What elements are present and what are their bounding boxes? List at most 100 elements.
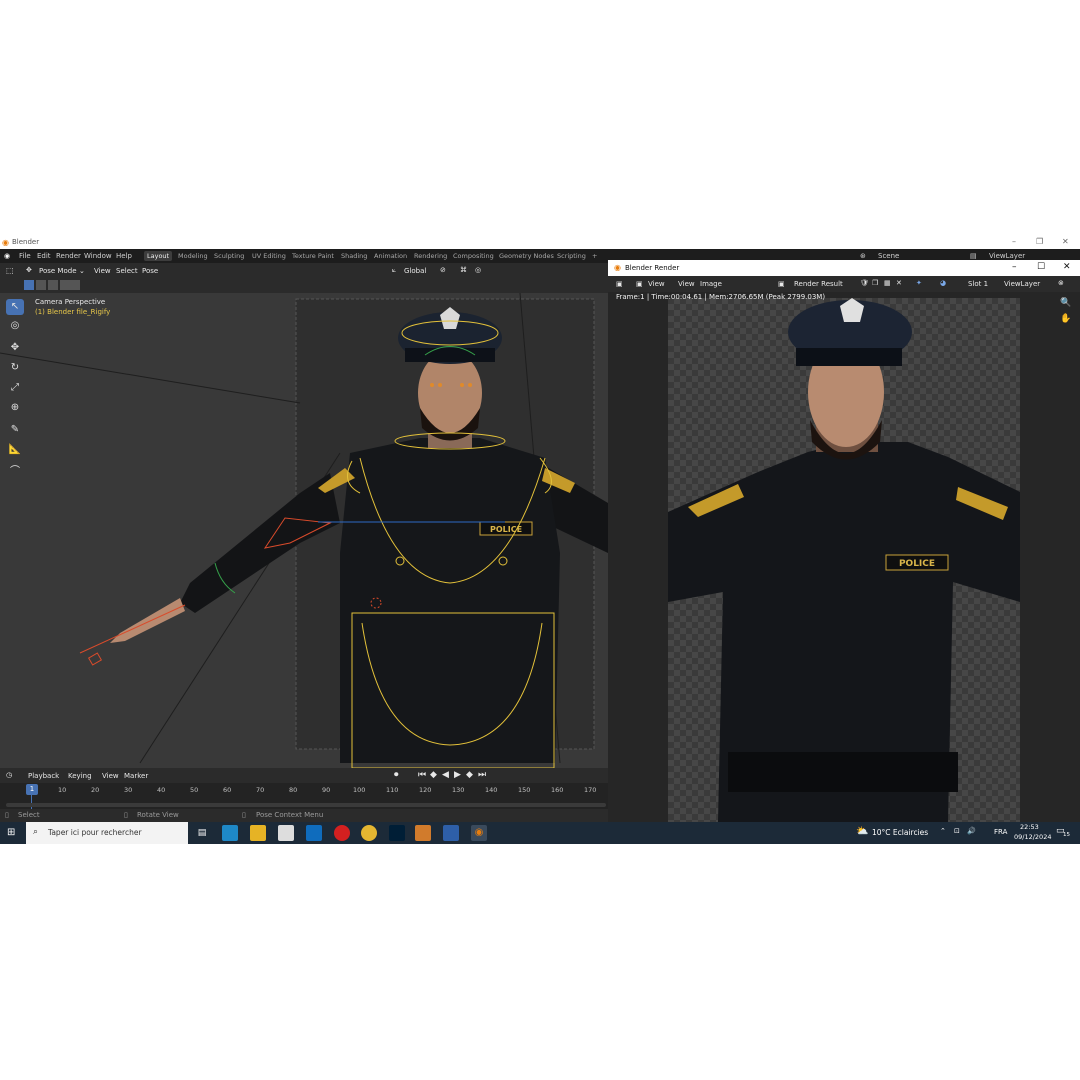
menu-render[interactable]: Render [56, 252, 81, 260]
menu-keying[interactable]: Keying [68, 772, 92, 780]
play-reverse-button[interactable]: ◀ [442, 770, 449, 780]
pan-hand-icon[interactable]: ✋ [1060, 314, 1071, 324]
menu-pose[interactable]: Pose [142, 267, 158, 275]
clock-time[interactable]: 22:53 [1020, 823, 1039, 831]
image-name-field[interactable]: Render Result [794, 280, 843, 288]
network-icon[interactable]: ⊡ [954, 827, 960, 835]
scale-tool-icon[interactable]: ⤢ [6, 380, 24, 396]
tab-rendering[interactable]: Rendering [414, 252, 447, 260]
task-view-icon[interactable]: ▤ [194, 825, 210, 841]
open-folder-icon[interactable]: ▦ [884, 279, 891, 287]
tab-uv-editing[interactable]: UV Editing [252, 252, 286, 260]
menu-view[interactable]: View [678, 280, 695, 288]
view-layer-selector[interactable]: ViewLayer [989, 252, 1025, 260]
scene-icon[interactable]: ⊛ [860, 252, 866, 260]
close-icon[interactable]: ✕ [1063, 262, 1071, 272]
timeline-scrollbar[interactable] [6, 803, 606, 807]
tab-shading[interactable]: Shading [341, 252, 367, 260]
menu-edit[interactable]: Edit [37, 252, 51, 260]
overlay-icon[interactable]: ◕ [940, 279, 946, 287]
photoshop-icon[interactable] [389, 825, 405, 841]
start-button[interactable]: ⊞ [7, 827, 15, 838]
cursor-tool-icon[interactable]: ◎ [6, 318, 24, 334]
select-intersect-mode-icon[interactable] [70, 280, 80, 290]
timeline-editor-icon[interactable]: ◷ [6, 771, 12, 779]
transform-tool-icon[interactable]: ⊕ [6, 400, 24, 416]
display-channels-icon[interactable]: ⊗ [1058, 279, 1064, 287]
menu-select[interactable]: Select [116, 267, 138, 275]
proportional-edit-icon[interactable]: ◎ [475, 266, 481, 274]
menu-view[interactable]: View [94, 267, 111, 275]
slot-selector[interactable]: Slot 1 [968, 280, 988, 288]
edge-browser-icon[interactable] [222, 825, 238, 841]
tab-geometry-nodes[interactable]: Geometry Nodes [499, 252, 554, 260]
select-new-mode-icon[interactable] [24, 280, 34, 290]
tab-modeling[interactable]: Modeling [178, 252, 208, 260]
add-workspace-button[interactable]: + [592, 252, 597, 260]
fake-user-icon[interactable]: 🛡 [860, 279, 869, 287]
menu-playback[interactable]: Playback [28, 772, 59, 780]
file-explorer-icon[interactable] [250, 825, 266, 841]
hand-ik-control[interactable] [87, 652, 103, 666]
minimize-icon[interactable]: – [1012, 237, 1016, 246]
chrome-icon[interactable] [361, 825, 377, 841]
language-indicator[interactable]: FRA [994, 828, 1007, 836]
move-tool-icon[interactable]: ✥ [6, 340, 24, 356]
select-box-tool-icon[interactable]: ↖ [6, 299, 24, 315]
orientation-selector[interactable]: Global [404, 267, 426, 275]
play-button[interactable]: ▶ [454, 770, 461, 780]
opera-icon[interactable] [334, 825, 350, 841]
taskbar-search[interactable]: ⌕ Taper ici pour rechercher [26, 822, 188, 844]
marvelous-icon[interactable] [415, 825, 431, 841]
jump-start-button[interactable]: ⏮ [418, 770, 426, 780]
snap-icon[interactable]: ⌘ [460, 266, 467, 274]
editor-type-icon[interactable]: ⬚ [6, 266, 14, 275]
select-subtract-mode-icon[interactable] [48, 280, 58, 290]
chevron-down-icon[interactable]: ⌄ [79, 267, 85, 275]
pivot-icon[interactable]: ⊘ [440, 266, 446, 274]
view-mode-icon[interactable]: ▣ [636, 280, 643, 288]
transform-orientation-icon[interactable]: ⟀ [392, 266, 396, 275]
weather-text[interactable]: 10°C Eclaircies [872, 828, 928, 837]
design-app-icon[interactable] [443, 825, 459, 841]
chevron-up-icon[interactable]: ⌃ [940, 827, 946, 835]
view-mode-selector[interactable]: View [648, 280, 665, 288]
tab-compositing[interactable]: Compositing [453, 252, 494, 260]
maximize-icon[interactable]: ❐ [1036, 237, 1043, 246]
tab-layout[interactable]: Layout [144, 251, 173, 261]
measure-tool-icon[interactable]: 📐 [6, 442, 24, 458]
record-button[interactable]: ⏺ [394, 770, 399, 780]
menu-image[interactable]: Image [700, 280, 722, 288]
select-invert-mode-icon[interactable] [60, 280, 70, 290]
outlook-icon[interactable] [306, 825, 322, 841]
image-browse-icon[interactable]: ▣ [778, 280, 785, 288]
gizmo-icon[interactable]: ✦ [916, 279, 922, 287]
menu-marker[interactable]: Marker [124, 772, 148, 780]
render-result-area[interactable]: POLICE Frame:1 | Time:00:04.61 | Mem:270… [608, 292, 1080, 822]
tab-texture-paint[interactable]: Texture Paint [292, 252, 334, 260]
maximize-icon[interactable]: ☐ [1037, 262, 1045, 272]
blender-taskbar-icon[interactable]: ◉ [471, 825, 487, 841]
unlink-icon[interactable]: ✕ [896, 279, 902, 287]
3d-viewport[interactable]: POLICE Camera Perspective (1) Blender fi… [0, 293, 608, 768]
close-icon[interactable]: ✕ [1062, 237, 1069, 246]
jump-end-button[interactable]: ⏭ [478, 770, 486, 780]
blender-menu-icon[interactable]: ◉ [4, 252, 10, 260]
store-icon[interactable] [278, 825, 294, 841]
weather-icon[interactable]: ⛅ [856, 826, 868, 837]
clock-date[interactable]: 09/12/2024 [1014, 833, 1051, 841]
tab-animation[interactable]: Animation [374, 252, 407, 260]
view-layer-icon[interactable]: ▤ [970, 252, 977, 260]
next-keyframe-button[interactable]: ◆ [466, 770, 473, 780]
menu-window[interactable]: Window [84, 252, 112, 260]
duplicate-icon[interactable]: ❐ [872, 279, 878, 287]
current-frame-indicator[interactable]: 1 [26, 784, 38, 795]
prev-keyframe-button[interactable]: ◆ [430, 770, 437, 780]
scene-selector[interactable]: Scene [878, 252, 899, 260]
rotate-tool-icon[interactable]: ↻ [6, 360, 24, 376]
zoom-icon[interactable]: 🔍 [1060, 298, 1071, 308]
editor-type-icon[interactable]: ▣ [616, 280, 623, 288]
minimize-icon[interactable]: – [1012, 262, 1017, 272]
timeline[interactable]: 1 10 20 30 40 50 60 70 80 90 100 110 120… [0, 783, 608, 809]
tab-scripting[interactable]: Scripting [557, 252, 586, 260]
